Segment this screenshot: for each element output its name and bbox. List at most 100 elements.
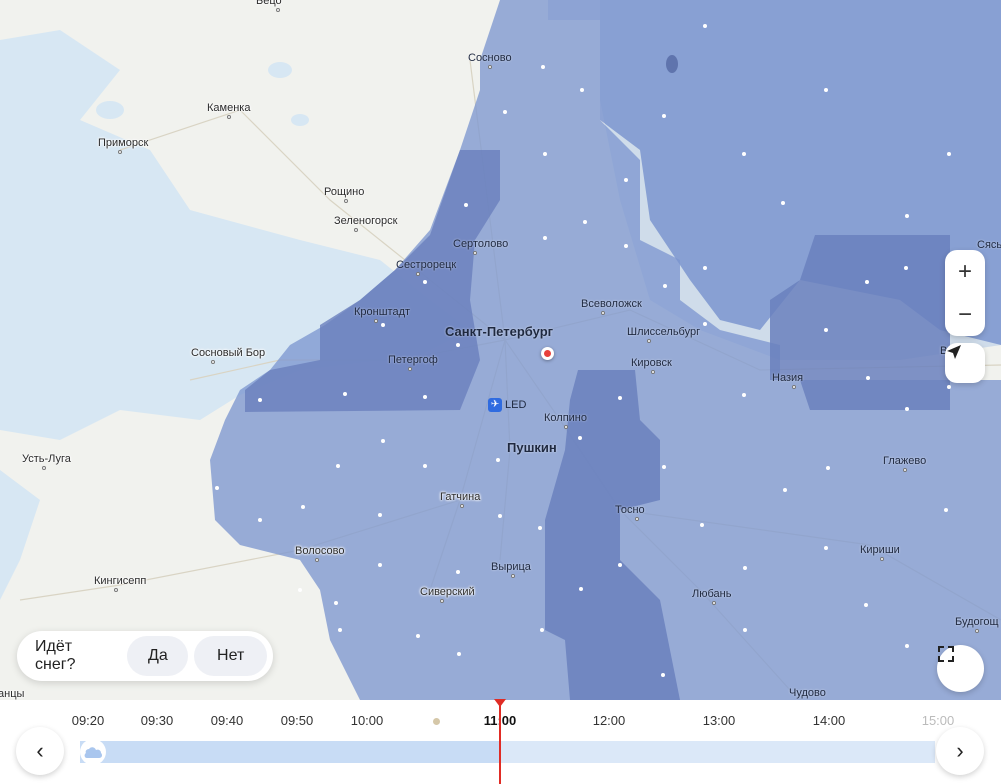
place-label-sestroretsk: Сестрорецк — [396, 259, 457, 271]
place-dot — [635, 517, 639, 521]
place-label-kingisepp: Кингисепп — [94, 575, 147, 587]
place-dot — [408, 367, 412, 371]
place-dot — [227, 115, 231, 119]
place-dot — [42, 466, 46, 470]
place-dot — [460, 504, 464, 508]
place-dot — [647, 339, 651, 343]
place-dot — [211, 360, 215, 364]
airport-code: LED — [505, 399, 527, 411]
map-canvas[interactable] — [0, 0, 1001, 700]
zoom-controls: + − — [945, 250, 985, 336]
feedback-question: Идёт снег? — [35, 638, 76, 673]
place-label-kolpino: Колпино — [544, 412, 587, 424]
place-label-vsevolozhsk: Всеволожск — [581, 298, 642, 310]
cloud-blob — [666, 55, 678, 73]
place-label-siversky: Сиверский — [420, 586, 475, 598]
place-dot — [511, 574, 515, 578]
place-label-sosnovy-bor: Сосновый Бор — [191, 347, 266, 359]
precipitation-map[interactable]: Бецо Сосново Каменка Приморск Рощино Зеленого… — [0, 0, 1001, 700]
locate-button[interactable] — [945, 343, 985, 383]
place-label-pushkin: Пушкин — [507, 440, 557, 455]
cloud-icon — [84, 747, 103, 758]
place-label-gatchina: Гатчина — [440, 491, 481, 503]
time-tick-0940[interactable]: 09:40 — [211, 713, 244, 728]
place-dot — [118, 150, 122, 154]
chevron-left-icon: ‹ — [36, 738, 44, 763]
place-label-lyuban: Любань — [692, 588, 732, 600]
time-tick-1200[interactable]: 12:00 — [593, 713, 626, 728]
place-dot — [354, 228, 358, 232]
place-dot — [276, 8, 280, 12]
timeline-panel: 09:2009:3009:4009:5010:0011:0012:0013:00… — [0, 699, 1001, 784]
place-label-chudovo: Чудово — [789, 687, 826, 699]
place-label-petergof: Петергоф — [388, 354, 438, 366]
place-label-kirishi: Кириши — [860, 544, 900, 556]
snow-feedback-panel: Идёт снег? Да Нет — [17, 631, 273, 681]
navigation-arrow-icon — [947, 345, 961, 359]
place-dot — [344, 199, 348, 203]
timeline-progress — [80, 741, 499, 763]
place-label-zelenogorsk: Зеленогорск — [334, 215, 398, 227]
lake — [268, 62, 292, 78]
location-pin-icon[interactable] — [541, 347, 554, 360]
place-label-sosnovo: Сосново — [468, 52, 512, 64]
timeline-handle[interactable] — [80, 739, 106, 765]
place-label-volosovo: Волосово — [295, 545, 345, 557]
time-tick-1400[interactable]: 14:00 — [813, 713, 846, 728]
airport-marker[interactable]: ✈ LED — [488, 398, 526, 412]
chevron-right-icon: › — [956, 738, 964, 763]
place-dot — [792, 385, 796, 389]
yes-button[interactable]: Да — [127, 636, 189, 676]
place-dot — [374, 319, 378, 323]
zoom-out-button[interactable]: − — [945, 293, 985, 336]
place-dot — [473, 251, 477, 255]
airplane-icon: ✈ — [488, 398, 502, 412]
place-label-kirovsk: Кировск — [631, 357, 672, 369]
place-label-primorsk: Приморск — [98, 137, 149, 149]
place-label-antsy: анцы — [0, 688, 25, 700]
place-label-shlisselburg: Шлиссельбург — [627, 326, 701, 338]
place-label-glazhevo: Глажево — [883, 455, 927, 467]
current-time-marker — [494, 699, 506, 707]
timeline-track[interactable] — [80, 741, 935, 763]
place-dot — [601, 311, 605, 315]
place-label-kamenka: Каменка — [207, 102, 251, 114]
next-button[interactable]: › — [936, 727, 984, 775]
place-dot — [416, 272, 420, 276]
time-tick-0950[interactable]: 09:50 — [281, 713, 314, 728]
place-label-vyritsa: Вырица — [491, 561, 531, 573]
time-tick-1300[interactable]: 13:00 — [703, 713, 736, 728]
place-dot — [114, 588, 118, 592]
place-label-budogoshch: Будогощ — [955, 616, 999, 628]
place-label-ust-luga: Усть-Луга — [22, 453, 71, 465]
place-dot — [440, 599, 444, 603]
place-dot — [564, 425, 568, 429]
place-dot — [315, 558, 319, 562]
place-label-spb: Санкт-Петербург — [445, 324, 554, 339]
place-dot — [903, 468, 907, 472]
time-tick-1500[interactable]: 15:00 — [922, 713, 955, 728]
fullscreen-icon — [938, 646, 954, 662]
zoom-in-button[interactable]: + — [945, 250, 985, 293]
place-label-kronshtadt: Кронштадт — [354, 306, 411, 318]
time-tick-0930[interactable]: 09:30 — [141, 713, 174, 728]
place-dot — [488, 65, 492, 69]
place-label-naziya: Назия — [772, 372, 804, 384]
place-label-tosno: Тосно — [615, 504, 645, 516]
place-dot — [975, 629, 979, 633]
no-button[interactable]: Нет — [194, 636, 267, 676]
time-tick-0920[interactable]: 09:20 — [72, 713, 105, 728]
lake — [96, 101, 124, 119]
timeline-separator-dot — [433, 718, 440, 725]
place-dot — [712, 601, 716, 605]
place-dot — [651, 370, 655, 374]
fullscreen-button[interactable] — [937, 645, 984, 692]
lake — [291, 114, 309, 126]
current-time-line — [499, 700, 501, 784]
place-label-vyborg-top: Бецо — [256, 0, 282, 7]
place-label-roshchino: Рощино — [324, 186, 365, 198]
place-dot — [880, 557, 884, 561]
place-label-sertolovo: Сертолово — [453, 238, 509, 250]
time-tick-1000[interactable]: 10:00 — [351, 713, 384, 728]
previous-button[interactable]: ‹ — [16, 727, 64, 775]
